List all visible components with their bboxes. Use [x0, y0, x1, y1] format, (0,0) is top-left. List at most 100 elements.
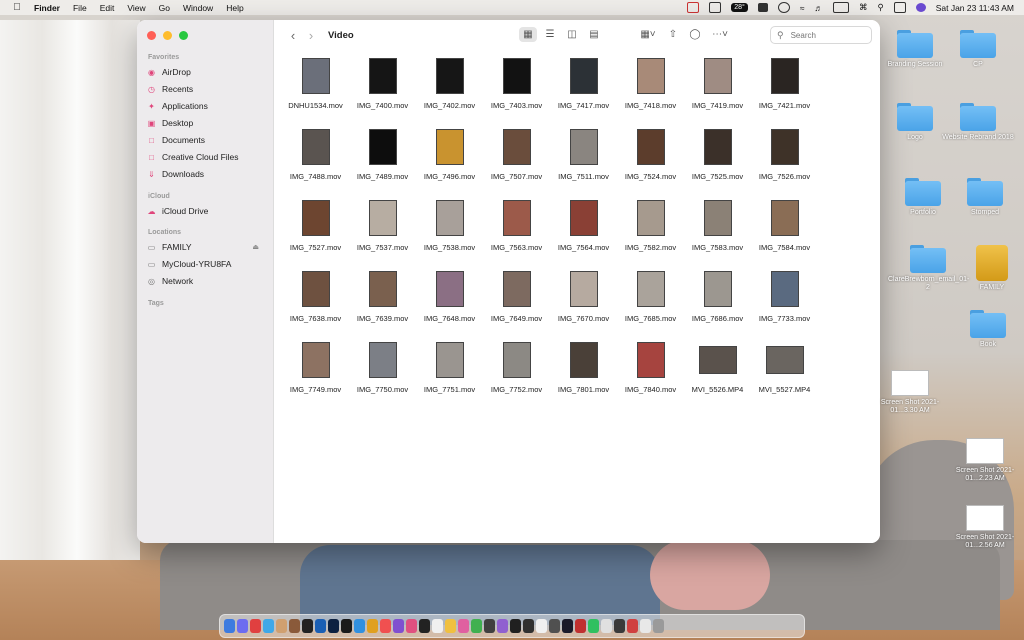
- file-item[interactable]: IMG_7417.mov: [550, 56, 617, 110]
- spotlight-search-icon[interactable]: ⚲: [877, 2, 883, 13]
- sidebar-item-desktop[interactable]: ▣ Desktop: [147, 118, 267, 128]
- desktop-item-folder[interactable]: CP: [938, 30, 1018, 69]
- file-item[interactable]: IMG_7648.mov: [416, 269, 483, 323]
- dock-app-icon[interactable]: [601, 619, 612, 633]
- file-item[interactable]: IMG_7538.mov: [416, 198, 483, 252]
- status-app-icon-2[interactable]: [757, 3, 768, 12]
- battery-icon[interactable]: [832, 2, 849, 13]
- desktop-item-folder[interactable]: Website Rebrand 2018: [938, 103, 1018, 142]
- dock-app-icon[interactable]: [393, 619, 404, 633]
- dock-app-icon[interactable]: [549, 619, 560, 633]
- dock-app-icon[interactable]: [497, 619, 508, 633]
- sidebar-item-icloud-drive[interactable]: ☁ iCloud Drive: [147, 206, 267, 216]
- dock-app-icon[interactable]: [614, 619, 625, 633]
- file-item[interactable]: IMG_7733.mov: [751, 269, 818, 323]
- file-item[interactable]: IMG_7526.mov: [751, 127, 818, 181]
- file-item[interactable]: IMG_7488.mov: [282, 127, 349, 181]
- file-item[interactable]: IMG_7496.mov: [416, 127, 483, 181]
- dock-app-icon[interactable]: [562, 619, 573, 633]
- dock-app-icon[interactable]: [276, 619, 287, 633]
- file-item[interactable]: IMG_7400.mov: [349, 56, 416, 110]
- dock-app-icon[interactable]: [536, 619, 547, 633]
- dock-app-icon[interactable]: [380, 619, 391, 633]
- file-item[interactable]: IMG_7507.mov: [483, 127, 550, 181]
- volume-icon[interactable]: ♬: [814, 3, 823, 13]
- minimize-window-button[interactable]: [163, 31, 172, 40]
- sidebar-item-mycloud[interactable]: ▭ MyCloud-YRU8FA: [147, 259, 267, 269]
- dock-app-icon[interactable]: [458, 619, 469, 633]
- search-input[interactable]: [788, 29, 863, 41]
- file-item[interactable]: IMG_7537.mov: [349, 198, 416, 252]
- file-item[interactable]: IMG_7840.mov: [617, 340, 684, 394]
- gallery-view-button[interactable]: ▤: [585, 27, 603, 42]
- file-item[interactable]: IMG_7564.mov: [550, 198, 617, 252]
- file-item[interactable]: IMG_7686.mov: [684, 269, 751, 323]
- dock-app-icon[interactable]: [341, 619, 352, 633]
- dock-app-icon[interactable]: [224, 619, 235, 633]
- dock-app-icon[interactable]: [523, 619, 534, 633]
- list-view-button[interactable]: ☰: [541, 27, 559, 42]
- file-item[interactable]: IMG_7418.mov: [617, 56, 684, 110]
- file-item[interactable]: MVI_5526.MP4: [684, 340, 751, 394]
- file-item[interactable]: IMG_7751.mov: [416, 340, 483, 394]
- dock-app-icon[interactable]: [484, 619, 495, 633]
- sidebar-item-airdrop[interactable]: ◉ AirDrop: [147, 67, 267, 77]
- status-extension-icon[interactable]: [709, 2, 722, 13]
- back-button[interactable]: ‹: [284, 28, 302, 43]
- file-item[interactable]: IMG_7750.mov: [349, 340, 416, 394]
- file-item[interactable]: IMG_7489.mov: [349, 127, 416, 181]
- creative-cloud-icon[interactable]: [777, 2, 790, 13]
- group-by-button[interactable]: ▦˅: [636, 27, 660, 42]
- desktop-item-screenshot[interactable]: Screen Shot 2021-01...2.56 AM: [945, 505, 1024, 550]
- file-item[interactable]: IMG_7563.mov: [483, 198, 550, 252]
- bluetooth-icon[interactable]: ≈: [800, 3, 805, 13]
- file-item[interactable]: IMG_7749.mov: [282, 340, 349, 394]
- desktop-item-screenshot[interactable]: Screen Shot 2021-01...3.30 AM: [870, 370, 950, 415]
- control-center-icon[interactable]: [893, 2, 906, 13]
- sidebar-item-recents[interactable]: ◷ Recents: [147, 84, 267, 94]
- weather-temp-badge[interactable]: 28°: [731, 3, 748, 12]
- more-actions-button[interactable]: ⋯˅: [708, 27, 732, 42]
- siri-icon[interactable]: [915, 3, 926, 12]
- dock-app-icon[interactable]: [302, 619, 313, 633]
- sidebar-item-downloads[interactable]: ⇓ Downloads: [147, 169, 267, 179]
- file-item[interactable]: IMG_7403.mov: [483, 56, 550, 110]
- menu-view[interactable]: View: [127, 3, 145, 13]
- file-item[interactable]: IMG_7402.mov: [416, 56, 483, 110]
- desktop-item-drive[interactable]: FAMILY: [952, 245, 1024, 292]
- sidebar-item-creative-cloud-files[interactable]: □ Creative Cloud Files: [147, 152, 267, 162]
- zoom-window-button[interactable]: [179, 31, 188, 40]
- file-item[interactable]: IMG_7525.mov: [684, 127, 751, 181]
- share-icon[interactable]: ⇧: [664, 27, 682, 42]
- menu-edit[interactable]: Edit: [100, 3, 115, 13]
- file-item[interactable]: DNHU1534.mov: [282, 56, 349, 110]
- dock-app-icon[interactable]: [250, 619, 261, 633]
- dock-app-icon[interactable]: [627, 619, 638, 633]
- menu-clock[interactable]: Sat Jan 23 11:43 AM: [936, 3, 1014, 13]
- file-item[interactable]: IMG_7584.mov: [751, 198, 818, 252]
- apple-menu-icon[interactable]: : [10, 2, 24, 13]
- tag-icon[interactable]: ◯: [686, 27, 704, 42]
- dock-app-icon[interactable]: [315, 619, 326, 633]
- dock-app-icon[interactable]: [354, 619, 365, 633]
- desktop-item-folder[interactable]: Book: [948, 310, 1024, 349]
- file-item[interactable]: IMG_7649.mov: [483, 269, 550, 323]
- file-item[interactable]: IMG_7511.mov: [550, 127, 617, 181]
- desktop-item-folder[interactable]: Stomped: [945, 178, 1024, 217]
- dock-app-icon[interactable]: [328, 619, 339, 633]
- status-app-icon[interactable]: [687, 2, 700, 13]
- desktop-item-screenshot[interactable]: Screen Shot 2021-01...2.23 AM: [945, 438, 1024, 483]
- file-item[interactable]: IMG_7419.mov: [684, 56, 751, 110]
- file-item[interactable]: IMG_7527.mov: [282, 198, 349, 252]
- column-view-button[interactable]: ◫: [563, 27, 581, 42]
- file-item[interactable]: IMG_7685.mov: [617, 269, 684, 323]
- sidebar-item-applications[interactable]: ✦ Applications: [147, 101, 267, 111]
- dock-app-icon[interactable]: [432, 619, 443, 633]
- file-item[interactable]: IMG_7752.mov: [483, 340, 550, 394]
- eject-icon[interactable]: ⏏: [252, 243, 259, 251]
- close-window-button[interactable]: [147, 31, 156, 40]
- icon-view-button[interactable]: ▦: [519, 27, 537, 42]
- dock-app-icon[interactable]: [445, 619, 456, 633]
- sidebar-item-documents[interactable]: □ Documents: [147, 135, 267, 145]
- file-item[interactable]: IMG_7801.mov: [550, 340, 617, 394]
